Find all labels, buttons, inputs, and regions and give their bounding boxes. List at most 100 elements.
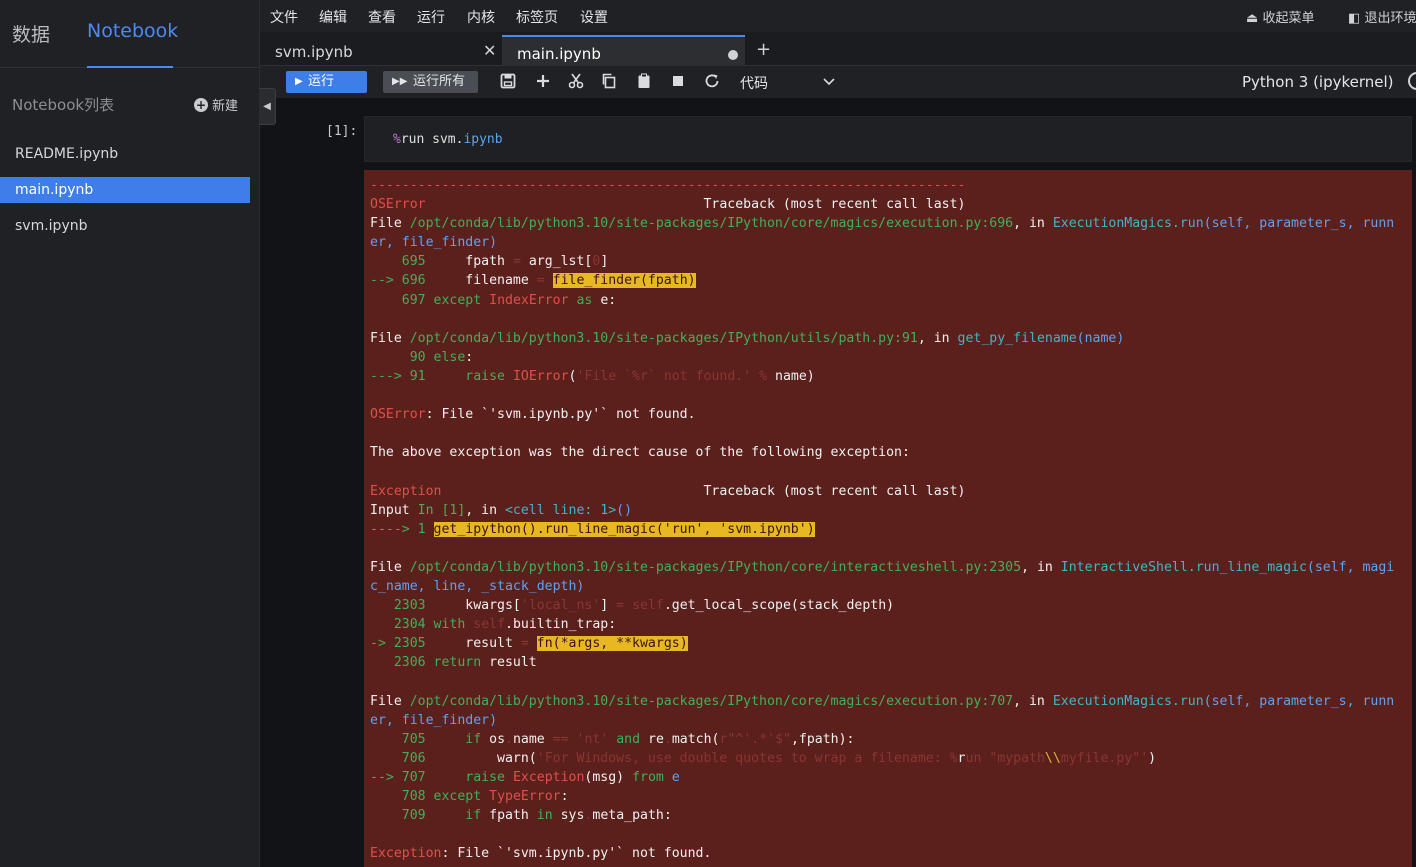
menu-edit[interactable]: 编辑 bbox=[319, 7, 347, 27]
chevron-down-icon[interactable] bbox=[822, 72, 836, 90]
unsaved-dot-icon[interactable] bbox=[728, 50, 738, 60]
collapse-sidebar-handle[interactable]: ◀ bbox=[259, 88, 276, 125]
traceback-line: File /opt/conda/lib/python3.10/site-pack… bbox=[370, 329, 1394, 348]
run-all-button[interactable]: ▶▶ 运行所有 bbox=[383, 71, 478, 93]
notebook-toolbar: ▶ 运行 ▶▶ 运行所有 代码 Python 3 (ipykernel) bbox=[260, 66, 1416, 98]
code-cell-input[interactable]: %run svm.ipynb bbox=[364, 116, 1412, 162]
error-output: ----------------------------------------… bbox=[364, 170, 1412, 867]
traceback-line: ----> 1 get_ipython().run_line_magic('ru… bbox=[370, 520, 1394, 539]
copy-icon[interactable] bbox=[600, 72, 618, 90]
traceback-line: ---> 91 raise IOError('File `%r` not fou… bbox=[370, 367, 1394, 386]
code-line[interactable]: %run svm.ipynb bbox=[393, 132, 503, 147]
traceback-segment: InteractiveShell.run_line_magic bbox=[1060, 559, 1307, 575]
traceback-segment: if bbox=[465, 808, 482, 824]
menu-settings[interactable]: 设置 bbox=[580, 7, 608, 27]
sidebar-tab-data[interactable]: 数据 bbox=[12, 20, 50, 47]
traceback-segment bbox=[664, 770, 672, 785]
traceback-segment: fpath bbox=[433, 254, 513, 270]
play-icon: ▶ bbox=[295, 76, 303, 87]
traceback-segment: ---> 91 bbox=[370, 368, 434, 384]
notebook-area: [1]: %run svm.ipynb --------------------… bbox=[260, 98, 1416, 867]
cut-icon[interactable] bbox=[567, 72, 585, 90]
traceback-segment: : bbox=[560, 789, 569, 804]
menu-tabs[interactable]: 标签页 bbox=[516, 7, 558, 27]
traceback-segment: Exception bbox=[512, 769, 585, 785]
traceback-segment: File bbox=[370, 216, 410, 232]
cell-type-select[interactable]: 代码 bbox=[740, 73, 768, 93]
traceback-segment: kwargs[ bbox=[433, 598, 521, 614]
menu-view[interactable]: 查看 bbox=[368, 7, 396, 27]
traceback-segment: (self, parameter_s, runn bbox=[1203, 693, 1395, 709]
traceback-segment: IndexError bbox=[489, 292, 569, 308]
traceback-segment: re bbox=[640, 731, 664, 747]
traceback-segment: File bbox=[370, 559, 410, 575]
traceback-segment: warn( bbox=[433, 750, 537, 766]
save-icon[interactable] bbox=[499, 72, 517, 90]
code-extension: ipynb bbox=[463, 132, 503, 147]
traceback-line: --> 707 raise Exception(msg) from e bbox=[370, 768, 1394, 787]
run-label: 运行 bbox=[308, 74, 335, 89]
exit-env-button[interactable]: ◧ 退出环境 bbox=[1348, 7, 1416, 26]
traceback-line: Input In [1], in <cell line: 1>() bbox=[370, 501, 1394, 520]
traceback-segment: with bbox=[433, 617, 466, 633]
traceback-segment bbox=[434, 808, 466, 823]
new-notebook-button[interactable]: + 新建 bbox=[193, 95, 238, 114]
traceback-segment: . bbox=[505, 731, 513, 747]
traceback-segment: in bbox=[536, 808, 553, 824]
file-item-svm[interactable]: svm.ipynb bbox=[0, 213, 250, 239]
traceback-segment bbox=[434, 369, 466, 384]
traceback-segment: == bbox=[552, 731, 569, 747]
traceback-segment: : bbox=[465, 349, 474, 365]
kernel-status-icon bbox=[1408, 72, 1416, 90]
traceback-segment: Exception bbox=[370, 483, 442, 499]
traceback-segment: <cell line: 1> bbox=[504, 502, 617, 518]
traceback: ----------------------------------------… bbox=[370, 176, 1394, 863]
active-tab-indicator bbox=[87, 66, 173, 68]
traceback-line: File /opt/conda/lib/python3.10/site-pack… bbox=[370, 692, 1394, 711]
traceback-segment: raise bbox=[465, 368, 505, 384]
traceback-segment: un "mypath bbox=[965, 750, 1045, 766]
tab-main[interactable]: main.ipynb bbox=[502, 35, 745, 66]
traceback-segment: = bbox=[616, 598, 625, 614]
traceback-segment: result bbox=[433, 636, 521, 652]
traceback-segment: () bbox=[616, 502, 633, 518]
traceback-segment: : File `'svm.ipynb.py'` not found. bbox=[425, 407, 696, 423]
traceback-segment: /opt/conda/lib/python3.10/site-packages/… bbox=[409, 693, 1014, 709]
add-tab-icon[interactable]: + bbox=[756, 41, 771, 59]
stop-icon[interactable] bbox=[669, 72, 687, 90]
kernel-name[interactable]: Python 3 (ipykernel) bbox=[1242, 73, 1394, 91]
add-cell-icon[interactable] bbox=[534, 72, 552, 90]
menu-file[interactable]: 文件 bbox=[270, 7, 298, 27]
traceback-segment: result bbox=[481, 655, 537, 671]
file-item-readme[interactable]: README.ipynb bbox=[0, 141, 250, 167]
traceback-segment bbox=[529, 636, 537, 651]
traceback-segment: get_py_filename bbox=[957, 330, 1077, 346]
traceback-segment: ] bbox=[600, 598, 617, 614]
file-item-main[interactable]: main.ipynb bbox=[0, 177, 250, 203]
paste-icon[interactable] bbox=[635, 72, 653, 90]
close-icon[interactable]: ✕ bbox=[483, 41, 496, 60]
traceback-segment: er, file_finder) bbox=[370, 712, 498, 728]
collapse-menu-button[interactable]: ⏏ 收起菜单 bbox=[1246, 7, 1314, 26]
menu-kernel[interactable]: 内核 bbox=[467, 7, 495, 27]
notebook-file-list: README.ipynb main.ipynb svm.ipynb bbox=[0, 141, 260, 249]
traceback-segment: ,fpath): bbox=[790, 731, 855, 747]
traceback-segment bbox=[434, 770, 466, 785]
sidebar-tab-notebook[interactable]: Notebook bbox=[87, 20, 178, 42]
traceback-segment: Input bbox=[370, 502, 418, 518]
traceback-line: OSError: File `'svm.ipynb.py'` not found… bbox=[370, 405, 1394, 424]
traceback-line: 705 if os.name == 'nt' and re.match(r"^'… bbox=[370, 730, 1394, 749]
tab-svm[interactable]: svm.ipynb ✕ bbox=[260, 35, 502, 66]
traceback-segment: 705 bbox=[370, 731, 434, 747]
restart-icon[interactable] bbox=[703, 72, 721, 90]
plus-circle-icon: + bbox=[193, 97, 208, 112]
traceback-segment: OSError bbox=[370, 197, 426, 213]
traceback-segment: c_name, line, _stack_depth) bbox=[370, 578, 585, 594]
magic-percent: % bbox=[393, 132, 401, 147]
traceback-segment: OSError bbox=[370, 407, 426, 423]
traceback-segment: get_local_scope(stack_depth) bbox=[671, 598, 895, 614]
menu-run[interactable]: 运行 bbox=[417, 7, 445, 27]
run-button[interactable]: ▶ 运行 bbox=[286, 71, 367, 93]
traceback-line: OSError Traceback (most recent call last… bbox=[370, 195, 1394, 214]
traceback-line: 2303 kwargs['local_ns'] = self.get_local… bbox=[370, 596, 1394, 615]
